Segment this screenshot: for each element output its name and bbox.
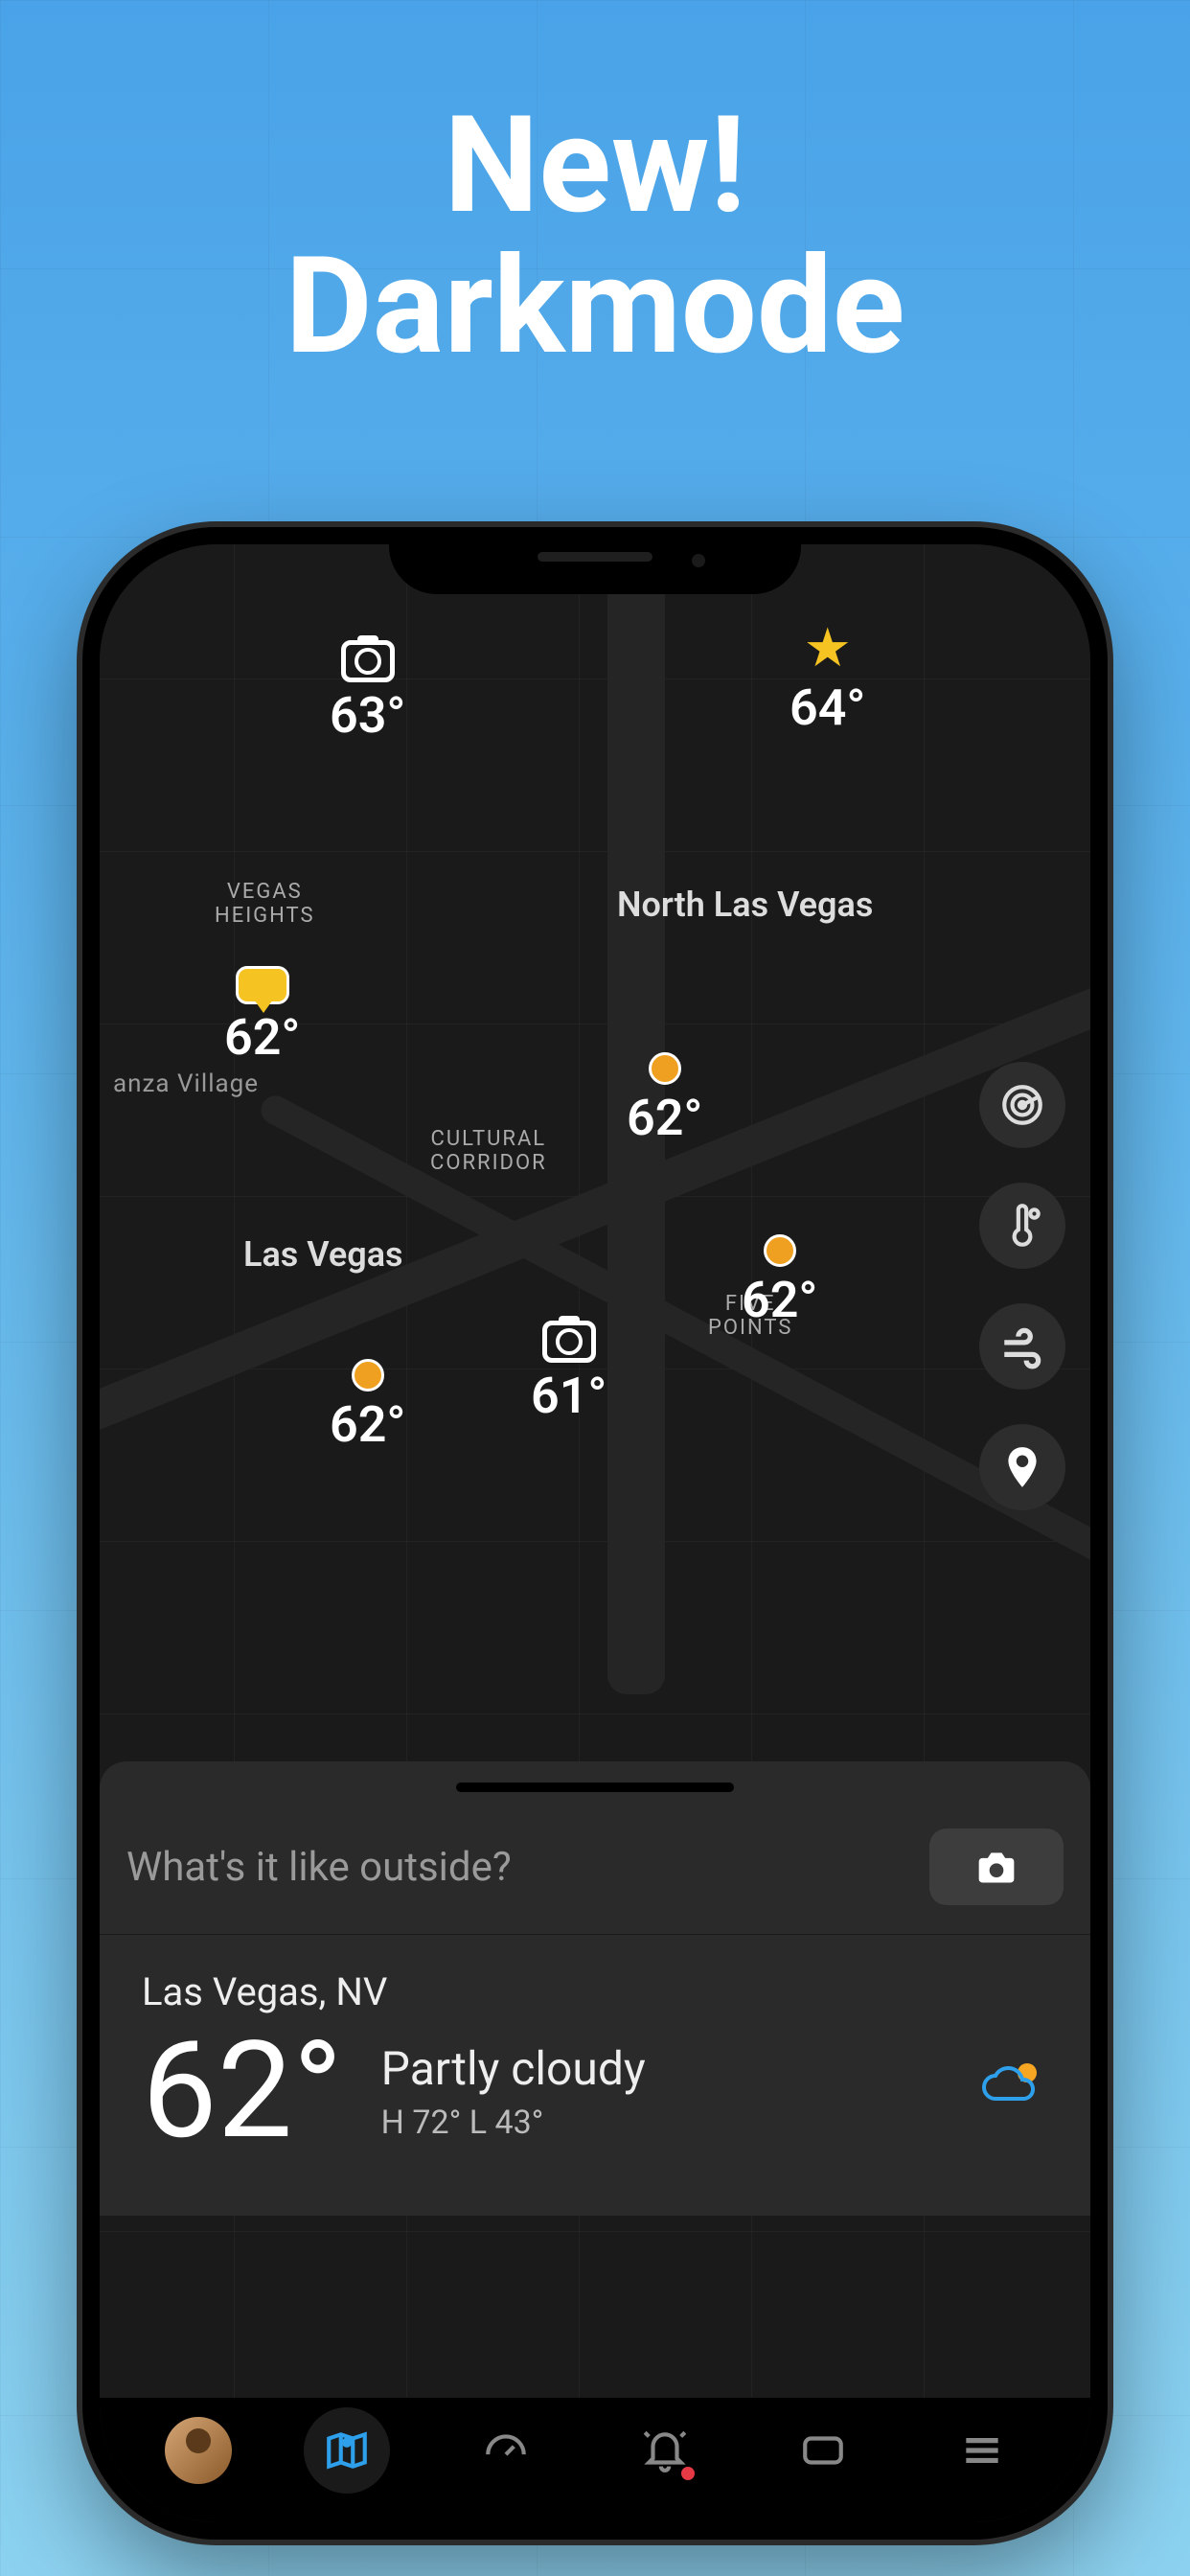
location-pin-icon bbox=[998, 1443, 1046, 1491]
weather-card[interactable]: Las Vegas, NV 62° Partly cloudy H 72° L … bbox=[100, 1935, 1090, 2216]
profile-avatar[interactable] bbox=[165, 2417, 232, 2484]
tab-chat[interactable] bbox=[780, 2407, 866, 2494]
map-pin-camera-2[interactable]: 61° bbox=[531, 1321, 607, 1425]
report-input[interactable]: What's it like outside? bbox=[126, 1844, 910, 1891]
phone-screen: VEGAS HEIGHTS North Las Vegas anza Villa… bbox=[100, 544, 1090, 2522]
pin-temp: 63° bbox=[330, 686, 406, 745]
tab-bar bbox=[100, 2398, 1090, 2522]
condition-label: Partly cloudy bbox=[381, 2041, 943, 2096]
phone-notch bbox=[389, 527, 801, 594]
tab-map[interactable] bbox=[304, 2407, 390, 2494]
dot-icon bbox=[352, 1359, 384, 1392]
locate-button[interactable] bbox=[979, 1424, 1065, 1510]
gauge-icon bbox=[482, 2426, 530, 2474]
tab-alerts[interactable] bbox=[622, 2407, 708, 2494]
promo-title: New! Darkmode bbox=[0, 96, 1190, 378]
alert-badge bbox=[681, 2467, 695, 2480]
pin-temp: 62° bbox=[224, 1008, 301, 1067]
speech-icon bbox=[236, 966, 289, 1004]
pin-temp: 61° bbox=[531, 1367, 607, 1425]
pin-temp: 62° bbox=[742, 1271, 818, 1329]
radar-button[interactable] bbox=[979, 1062, 1065, 1148]
wind-icon bbox=[998, 1322, 1046, 1370]
map-side-controls bbox=[979, 1062, 1065, 1510]
map-icon bbox=[323, 2426, 371, 2474]
temperature-button[interactable] bbox=[979, 1183, 1065, 1269]
pin-temp: 64° bbox=[790, 678, 866, 737]
pin-temp: 62° bbox=[330, 1395, 406, 1454]
map-label-north-las-vegas: North Las Vegas bbox=[617, 885, 873, 925]
camera-icon bbox=[542, 1321, 596, 1363]
current-temp: 62° bbox=[142, 2024, 343, 2158]
sheet-handle[interactable] bbox=[456, 1782, 734, 1792]
tab-menu[interactable] bbox=[939, 2407, 1025, 2494]
map-label-cultural-corridor: CULTURAL CORRIDOR bbox=[430, 1127, 547, 1175]
menu-icon bbox=[958, 2426, 1006, 2474]
radar-icon bbox=[998, 1081, 1046, 1129]
report-input-row: What's it like outside? bbox=[100, 1813, 1090, 1935]
location-label: Las Vegas, NV bbox=[142, 1969, 1048, 2014]
dot-icon bbox=[649, 1052, 681, 1085]
map-label-vegas-heights: VEGAS HEIGHTS bbox=[215, 880, 315, 928]
map-pin-camera-1[interactable]: 63° bbox=[330, 640, 406, 745]
camera-button[interactable] bbox=[929, 1828, 1064, 1905]
thermometer-icon bbox=[998, 1202, 1046, 1250]
map-label-las-vegas: Las Vegas bbox=[243, 1234, 403, 1275]
map-pin-dot-3[interactable]: 62° bbox=[330, 1359, 406, 1454]
promo-line-1: New! bbox=[444, 87, 745, 244]
pin-temp: 62° bbox=[627, 1089, 703, 1147]
map-view[interactable]: VEGAS HEIGHTS North Las Vegas anza Villa… bbox=[100, 544, 1090, 2522]
partly-cloudy-icon bbox=[981, 2056, 1048, 2128]
map-pin-star[interactable]: ★ 64° bbox=[790, 621, 866, 737]
bell-icon bbox=[641, 2426, 689, 2474]
star-icon: ★ bbox=[804, 621, 852, 675]
wind-button[interactable] bbox=[979, 1303, 1065, 1390]
camera-icon bbox=[971, 1846, 1022, 1888]
map-label-anza-village: anza Village bbox=[113, 1070, 259, 1098]
map-pin-dot-1[interactable]: 62° bbox=[627, 1052, 703, 1147]
camera-icon bbox=[341, 640, 395, 682]
phone-frame: VEGAS HEIGHTS North Las Vegas anza Villa… bbox=[82, 527, 1108, 2540]
bottom-sheet[interactable]: What's it like outside? Las Vegas, NV 62… bbox=[100, 1761, 1090, 2216]
chat-icon bbox=[799, 2426, 847, 2474]
dot-icon bbox=[764, 1234, 796, 1267]
map-pin-speech[interactable]: 62° bbox=[224, 966, 301, 1067]
tab-gauge[interactable] bbox=[463, 2407, 549, 2494]
hi-lo-label: H 72° L 43° bbox=[381, 2104, 943, 2142]
map-pin-dot-2[interactable]: 62° bbox=[742, 1234, 818, 1329]
promo-line-2: Darkmode bbox=[286, 228, 905, 385]
